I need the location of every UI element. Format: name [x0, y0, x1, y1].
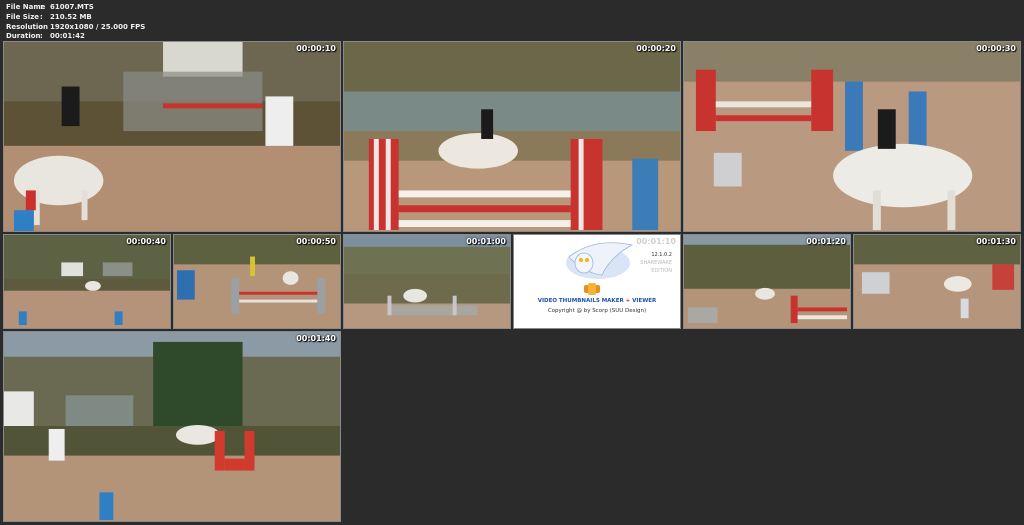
thumbnail-00-00-50[interactable]: 00:00:50 — [173, 234, 341, 329]
thumbnail-timestamp: 00:01:10 — [636, 237, 676, 246]
thumbnail-00-00-40[interactable]: 00:00:40 — [3, 234, 171, 329]
copyright-text: Copyright @ by Scorp (SUU Design) — [547, 308, 647, 314]
scene-image — [174, 235, 340, 328]
version-block: 12.1.0.2 SHAREWARE EDITION — [640, 251, 672, 275]
version-number: 12.1.0.2 — [651, 252, 672, 258]
app-title: VIDEO THUMBNAILS MAKER + VIEWER — [514, 298, 680, 304]
info-value: 61007.MTS — [50, 3, 94, 11]
thumbnail-00-00-10[interactable]: 00:00:10 — [3, 41, 341, 232]
scene-image — [4, 235, 170, 328]
info-separator: : — [40, 3, 43, 11]
info-row-resolution: Resolution : 1920x1080 / 25.000 FPS — [6, 23, 145, 33]
app-title-main: VIDEO THUMBNAILS MAKER — [537, 298, 624, 304]
scene-image — [684, 235, 850, 328]
app-title-viewer: VIEWER — [632, 298, 657, 304]
thumbnail-timestamp: 00:01:00 — [466, 237, 506, 246]
thumbnail-00-01-00[interactable]: 00:01:00 — [343, 234, 511, 329]
info-key: File Name — [6, 3, 46, 11]
scene-image — [854, 235, 1020, 328]
thumbnail-timestamp: 00:01:20 — [806, 237, 846, 246]
thumbnail-00-01-30[interactable]: 00:01:30 — [853, 234, 1021, 329]
info-separator: : — [40, 22, 43, 31]
thumbnail-00-01-40[interactable]: 00:01:40 — [3, 331, 341, 522]
edition-line-2: EDITION — [651, 268, 672, 274]
thumbnail-timestamp: 00:01:30 — [976, 237, 1016, 246]
thumbnail-00-00-30[interactable]: 00:00:30 — [683, 41, 1021, 232]
app-logo-card: 12.1.0.2 SHAREWARE EDITION VIDEO THUMBNA… — [513, 234, 681, 329]
thumbnail-timestamp: 00:00:40 — [126, 237, 166, 246]
scene-image — [4, 332, 340, 521]
app-title-plus: + — [625, 298, 631, 304]
info-value: 1920x1080 / 25.000 FPS — [50, 22, 146, 31]
info-row-file-size: File Size : 210.52 MB — [6, 13, 145, 23]
thumbnail-timestamp: 00:01:40 — [296, 334, 336, 343]
info-row-file-name: File Name : 61007.MTS — [6, 3, 145, 13]
scene-image — [4, 42, 340, 231]
edition-line-1: SHAREWARE — [640, 260, 672, 266]
scene-image — [344, 42, 680, 231]
info-value: 210.52 MB — [50, 12, 92, 21]
thumbnail-timestamp: 00:00:10 — [296, 44, 336, 53]
thumbnail-timestamp: 00:00:50 — [296, 237, 336, 246]
info-key: File Size — [6, 12, 40, 21]
thumbnail-00-01-20[interactable]: 00:01:20 — [683, 234, 851, 329]
thumbnail-timestamp: 00:00:30 — [976, 44, 1016, 53]
thumbnail-00-00-20[interactable]: 00:00:20 — [343, 41, 681, 232]
info-separator: : — [40, 12, 43, 21]
thumbnail-timestamp: 00:00:20 — [636, 44, 676, 53]
info-key: Resolution — [6, 22, 49, 31]
scene-image — [344, 235, 510, 328]
owl-logo-icon — [566, 242, 634, 295]
scene-image — [684, 42, 1020, 231]
file-info-panel: File Name : 61007.MTS File Size : 210.52… — [6, 3, 145, 42]
